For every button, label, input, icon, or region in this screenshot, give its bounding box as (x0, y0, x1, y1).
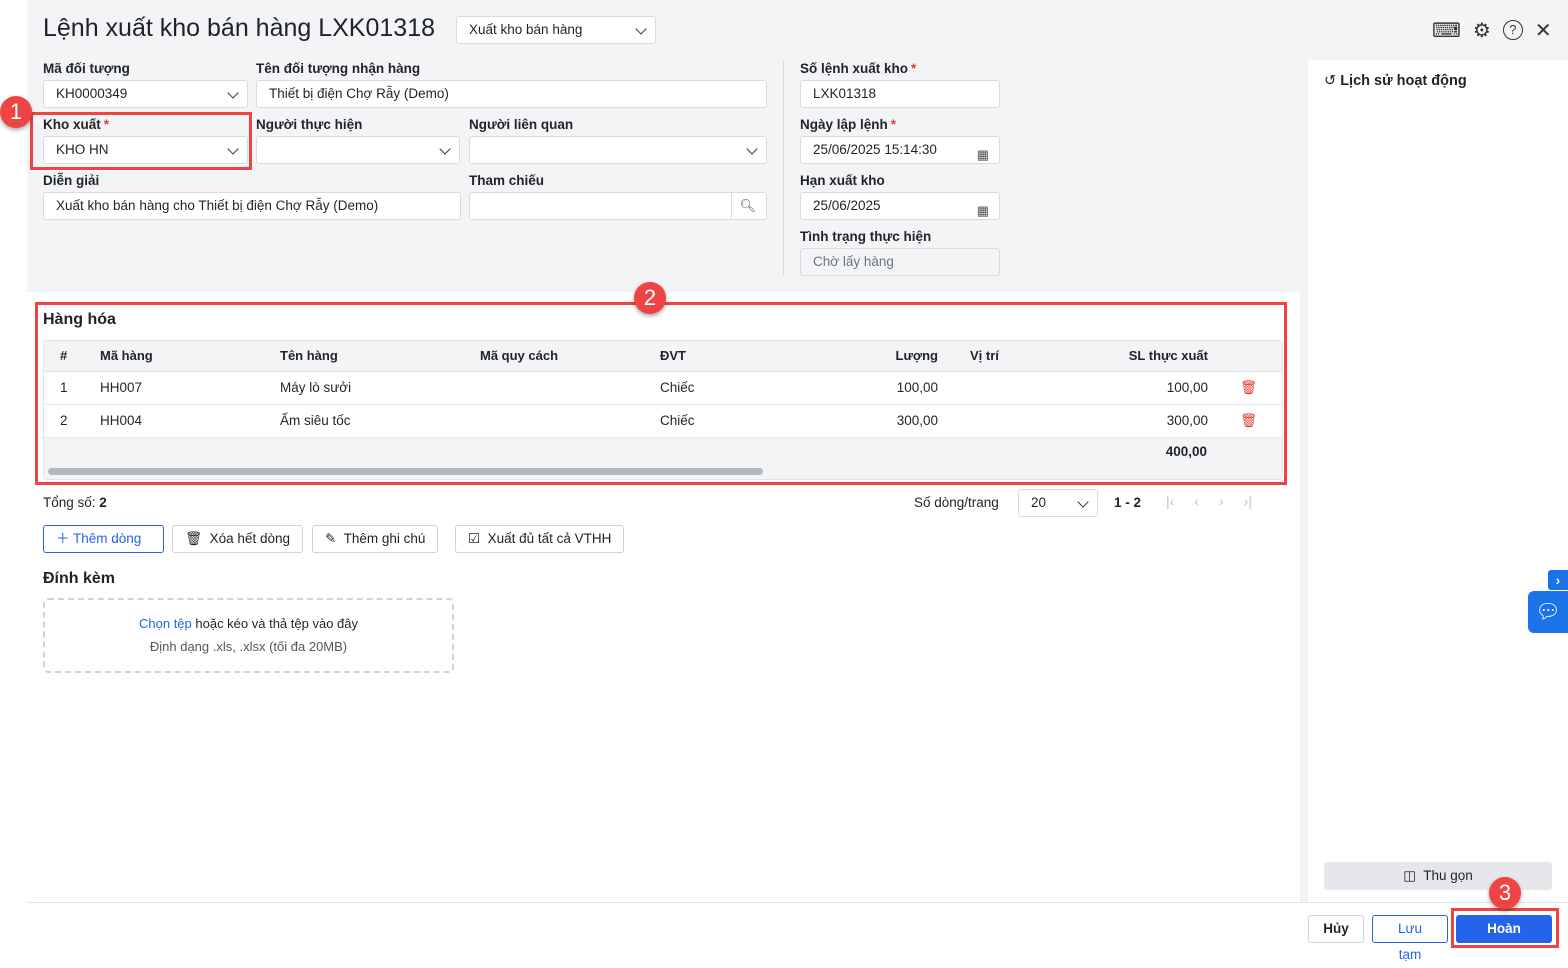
ngay-lap-input[interactable]: 25/06/2025 15:14:30 ▦ (800, 136, 1000, 164)
dien-giai-input[interactable]: Xuất kho bán hàng cho Thiết bị điện Chợ … (43, 192, 461, 220)
last-page-icon[interactable]: ›| (1244, 493, 1252, 509)
cancel-button[interactable]: Hủy (1308, 915, 1364, 943)
save-draft-button[interactable]: Lưu tạm (1372, 915, 1448, 962)
clear-rows-button[interactable]: 🗑︎ Xóa hết dòng (172, 525, 303, 553)
label: Tham chiếu (469, 173, 545, 188)
label: Hạn xuất kho (800, 173, 885, 188)
file-dropzone[interactable]: Chọn tệp hoặc kéo và thả tệp vào đây Địn… (43, 598, 454, 673)
expand-chevron-icon[interactable]: › (1548, 570, 1568, 590)
chat-icon[interactable]: 💬︎ (1528, 591, 1568, 633)
type-select[interactable]: Xuất kho bán hàng (456, 16, 656, 44)
attach-title: Đính kèm (43, 570, 116, 587)
calendar-icon[interactable]: ▦ (977, 142, 989, 168)
chevron-down-icon (439, 143, 451, 155)
chevron-down-icon (746, 143, 758, 155)
choose-file-link[interactable]: Chọn tệp (139, 616, 192, 631)
add-row-button[interactable]: ＋ Thêm dòng (43, 525, 164, 553)
tinh-trang-input: Chờ lấy hàng (800, 248, 1000, 276)
label: Tên đối tượng nhận hàng (256, 61, 421, 76)
highlight-box (35, 302, 1287, 485)
label: Tình trạng thực hiện (800, 229, 932, 244)
add-note-button[interactable]: ✎ Thêm ghi chú (312, 525, 439, 553)
label: Số lệnh xuất kho * (800, 61, 917, 76)
page-size-select[interactable]: 20 (1018, 489, 1098, 517)
plus-icon: ＋ (56, 531, 70, 546)
chevron-down-icon (1077, 496, 1089, 508)
chevron-down-icon (635, 23, 647, 35)
label: Ngày lập lệnh * (800, 117, 897, 132)
divider (783, 60, 784, 275)
highlight-box (1451, 908, 1559, 948)
export-all-button[interactable]: ☑ Xuất đủ tất cả VTHH (455, 525, 625, 553)
prev-page-icon[interactable]: ‹ (1194, 493, 1199, 509)
label: Người thực hiện (256, 117, 363, 132)
step-badge: 1 (0, 96, 32, 128)
drop-text: hoặc kéo và thả tệp vào đây (191, 616, 358, 631)
next-page-icon[interactable]: › (1219, 493, 1224, 509)
page-title: Lệnh xuất kho bán hàng LXK01318 (43, 14, 436, 42)
history-icon: ↺ (1324, 73, 1337, 89)
toolbar: ⌨ ⚙? ✕ (1432, 18, 1552, 43)
history-title: ↺ Lịch sử hoạt động (1324, 73, 1467, 89)
han-xuat-input[interactable]: 25/06/2025 ▦ (800, 192, 1000, 220)
label: Diễn giải (43, 173, 100, 188)
trash-icon: 🗑︎ (185, 531, 203, 546)
tham-chieu-input[interactable]: 🔍︎ (469, 192, 767, 220)
ma-doi-tuong-select[interactable]: KH0000349 (43, 80, 248, 108)
checkbox-icon: ☑ (468, 531, 481, 546)
nguoi-lien-quan-select[interactable] (469, 136, 767, 164)
chevron-down-icon (227, 87, 239, 99)
search-icon[interactable]: 🔍︎ (731, 193, 756, 219)
highlight-box (30, 112, 252, 170)
step-badge: 2 (634, 282, 666, 314)
page-range: 1 - 2 (1114, 495, 1142, 510)
page-size-label: Số dòng/trang (914, 495, 999, 510)
keyboard-icon[interactable]: ⌨ (1432, 18, 1461, 43)
so-lenh-input[interactable]: LXK01318 (800, 80, 1000, 108)
footer-divider (27, 902, 1568, 903)
pencil-icon: ✎ (325, 531, 337, 546)
nguoi-thuc-hien-select[interactable] (256, 136, 460, 164)
help-icon[interactable]: ? (1502, 20, 1523, 40)
panel-collapse-icon: ◫ (1403, 868, 1416, 883)
close-icon[interactable]: ✕ (1535, 18, 1552, 43)
format-hint: Định dạng .xls, .xlsx (tối đa 20MB) (149, 639, 348, 654)
first-page-icon[interactable]: |‹ (1166, 493, 1174, 509)
calendar-icon[interactable]: ▦ (977, 198, 989, 224)
ten-doi-tuong-input[interactable]: Thiết bị điện Chợ Rẫy (Demo) (256, 80, 767, 108)
label: Người liên quan (469, 117, 574, 132)
gear-icon[interactable]: ⚙ (1473, 18, 1491, 43)
step-badge: 3 (1489, 877, 1521, 909)
total-count: Tổng số: 2 (43, 495, 107, 510)
label: Mã đối tượng (43, 61, 130, 76)
